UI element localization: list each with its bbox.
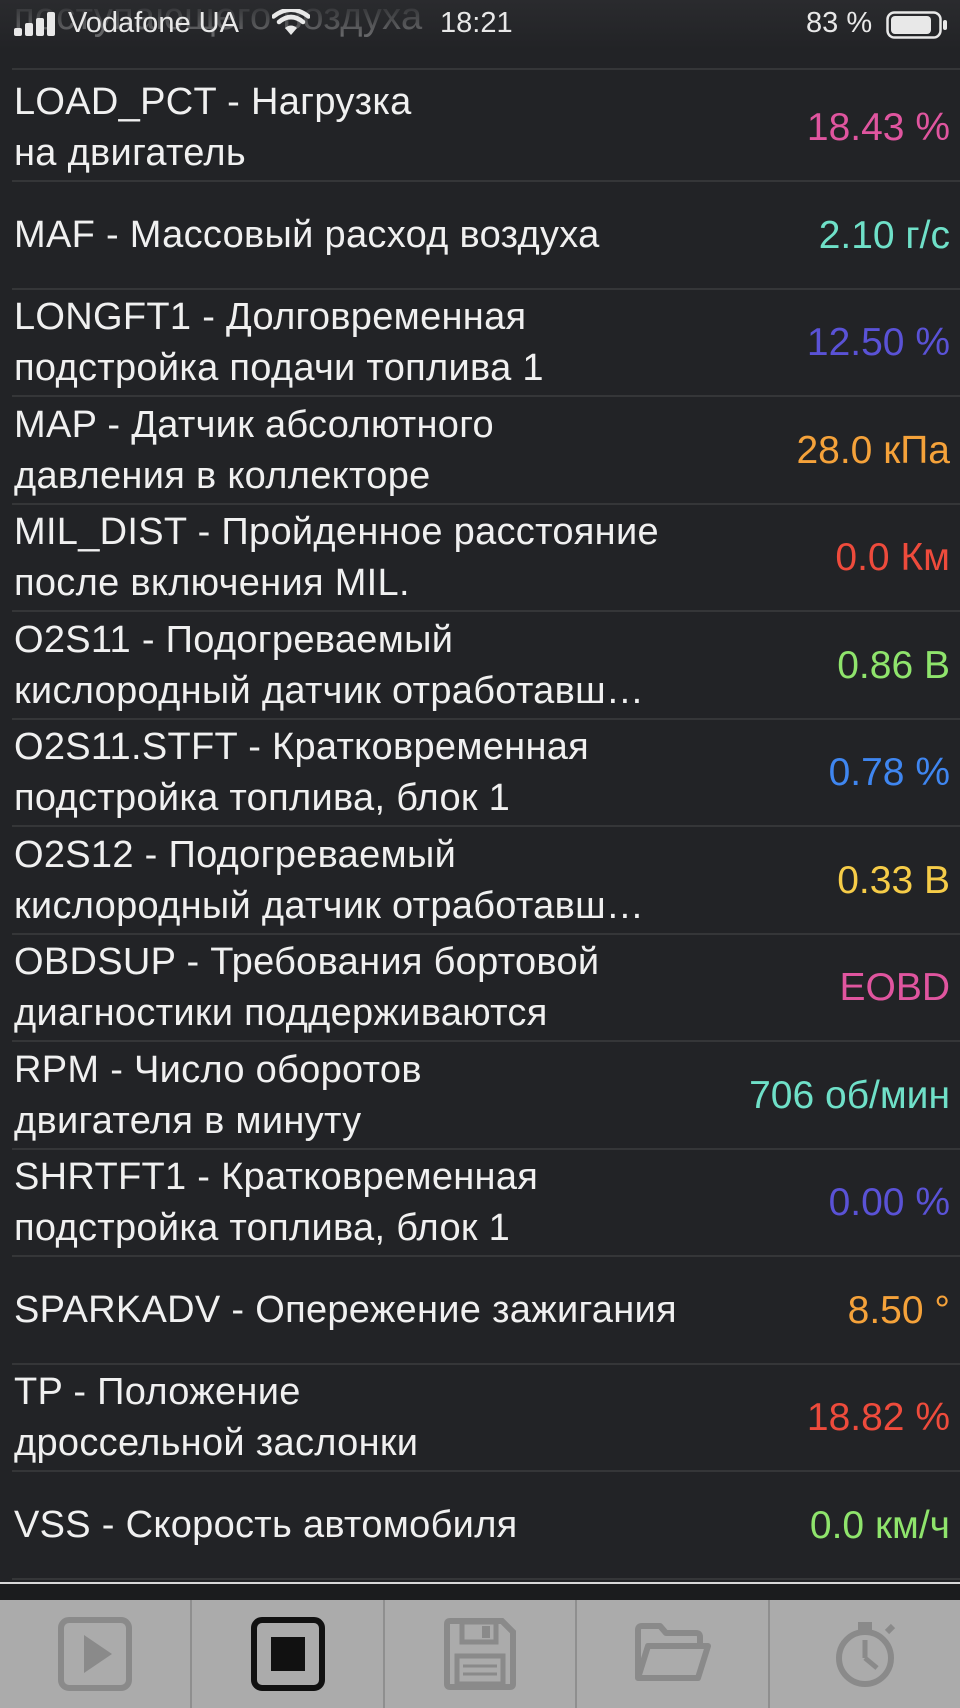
play-icon: [57, 1616, 133, 1692]
clock: 18:21: [440, 7, 513, 39]
stop-icon: [250, 1616, 326, 1692]
pid-row[interactable]: LONGFT1 - Долговременная подстройка пода…: [12, 290, 960, 397]
cellular-signal-icon: [14, 12, 58, 36]
pid-value: EOBD: [839, 965, 950, 1009]
battery-icon: [886, 11, 948, 47]
pid-name: MIL_DIST - Пройденное расстояние после в…: [14, 510, 659, 604]
pid-list[interactable]: поступающего воздуха LOAD_PCT - Нагрузка…: [0, 0, 960, 1582]
toolbar: [0, 1600, 960, 1708]
pid-name: MAF - Массовый расход воздуха: [14, 214, 600, 256]
pid-name: OBDSUP - Требования бортовой диагностики…: [14, 940, 600, 1034]
pid-row[interactable]: MAF - Массовый расход воздуха 2.10 г/с: [12, 183, 960, 290]
play-button[interactable]: [0, 1600, 193, 1708]
carrier-name: Vodafone UA: [68, 7, 239, 39]
pid-value: 12.50 %: [806, 320, 950, 364]
pid-value: 28.0 кПа: [796, 428, 950, 472]
dashboard-button[interactable]: [770, 1600, 960, 1708]
pid-value: 8.50 °: [847, 1288, 950, 1332]
pid-row[interactable]: TP - Положение дроссельной заслонки 18.82…: [12, 1365, 960, 1472]
pid-row[interactable]: O2S11 - Подогреваемый кислородный датчик…: [12, 613, 960, 720]
pid-name: SPARKADV - Опережение зажигания: [14, 1289, 677, 1331]
save-button[interactable]: [385, 1600, 578, 1708]
pid-name: O2S11.STFT - Кратковременная подстройка …: [14, 725, 590, 819]
pid-row[interactable]: LOAD_PCT - Нагрузка на двигатель 18.43 %: [12, 75, 960, 182]
gauge-icon: [827, 1616, 903, 1692]
pid-row[interactable]: SPARKADV - Опережение зажигания 8.50 °: [12, 1258, 960, 1365]
pid-name: O2S11 - Подогреваемый кислородный датчик…: [14, 618, 645, 712]
pid-value: 0.33 В: [837, 858, 950, 902]
status-bar: Vodafone UA 18:21 83 %: [0, 0, 960, 50]
pid-name: SHRTFT1 - Кратковременная подстройка топ…: [14, 1155, 539, 1249]
pid-row[interactable]: VSS - Скорость автомобиля 0.0 км/ч: [12, 1473, 960, 1580]
open-folder-button[interactable]: [577, 1600, 770, 1708]
pid-row[interactable]: SHRTFT1 - Кратковременная подстройка топ…: [12, 1150, 960, 1257]
pid-value: 2.10 г/с: [818, 213, 950, 257]
pid-value: 0.78 %: [828, 750, 950, 794]
pid-row[interactable]: MIL_DIST - Пройденное расстояние после в…: [12, 505, 960, 612]
stop-button[interactable]: [192, 1600, 385, 1708]
pid-name: TP - Положение дроссельной заслонки: [14, 1370, 419, 1464]
list-bottom-divider: [0, 1582, 960, 1602]
pid-value: 0.0 Км: [835, 535, 950, 579]
floppy-disk-icon: [442, 1616, 518, 1692]
pid-row[interactable]: MAP - Датчик абсолютного давления в колл…: [12, 398, 960, 505]
pid-name: O2S12 - Подогреваемый кислородный датчик…: [14, 833, 645, 927]
folder-icon: [632, 1616, 712, 1692]
pid-row[interactable]: O2S11.STFT - Кратковременная подстройка …: [12, 720, 960, 827]
app-screen: поступающего воздуха LOAD_PCT - Нагрузка…: [0, 0, 960, 1708]
pid-row[interactable]: O2S12 - Подогреваемый кислородный датчик…: [12, 828, 960, 935]
pid-value: 706 об/мин: [749, 1073, 950, 1117]
battery-percentage: 83 %: [806, 7, 873, 39]
pid-name: LONGFT1 - Долговременная подстройка пода…: [14, 295, 544, 389]
pid-name: VSS - Скорость автомобиля: [14, 1504, 518, 1546]
pid-value: 0.86 В: [837, 643, 950, 687]
pid-name: RPM - Число оборотов двигателя в минуту: [14, 1048, 422, 1142]
pid-name: LOAD_PCT - Нагрузка на двигатель: [14, 80, 412, 174]
pid-row[interactable]: RPM - Число оборотов двигателя в минуту 7…: [12, 1043, 960, 1150]
pid-name: MAP - Датчик абсолютного давления в колл…: [14, 403, 494, 497]
wifi-icon: [271, 7, 311, 45]
pid-row[interactable]: OBDSUP - Требования бортовой диагностики…: [12, 935, 960, 1042]
pid-value: 18.43 %: [806, 105, 950, 149]
pid-value: 18.82 %: [806, 1395, 950, 1439]
pid-value: 0.0 км/ч: [809, 1503, 950, 1547]
pid-value: 0.00 %: [828, 1180, 950, 1224]
